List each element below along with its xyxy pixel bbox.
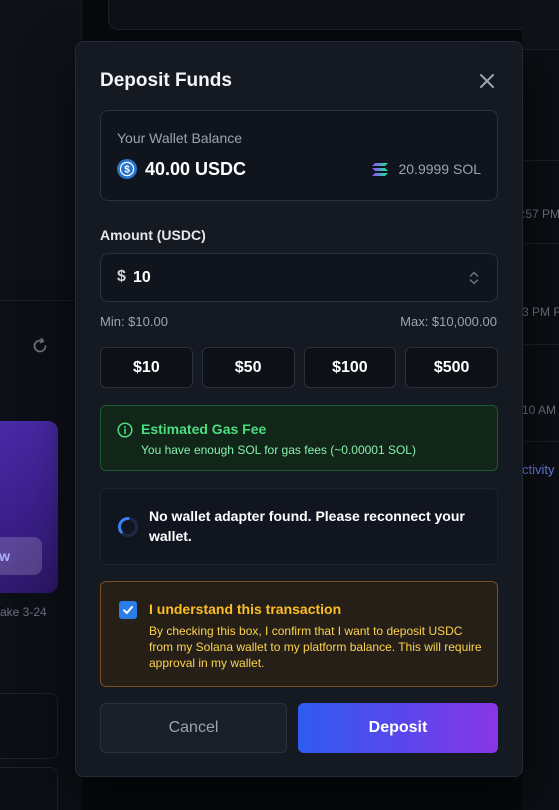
amount-input[interactable] (133, 264, 453, 292)
close-button[interactable] (476, 70, 498, 92)
confirm-description: By checking this box, I confirm that I w… (149, 624, 482, 670)
gas-fee-title: Estimated Gas Fee (141, 421, 267, 437)
bg-activity-time: :57 PM (522, 207, 559, 221)
gas-fee-notice: Estimated Gas Fee You have enough SOL fo… (100, 405, 498, 471)
bg-activity-time: 10 AM (522, 403, 557, 417)
wallet-balance-label: Your Wallet Balance (117, 130, 243, 146)
min-amount: Min: $10.00 (100, 314, 168, 329)
usdc-balance: 40.00 USDC (145, 159, 247, 179)
wallet-balance-card: Your Wallet Balance $ 40.00 USDC 20.9999… (100, 110, 498, 201)
bg-card (0, 693, 58, 759)
gas-fee-description: You have enough SOL for gas fees (~0.000… (141, 443, 416, 457)
refresh-icon[interactable] (30, 336, 50, 356)
info-icon (117, 422, 133, 438)
quick-amount-500-button[interactable]: $500 (405, 347, 498, 388)
checkmark-icon (123, 606, 133, 614)
deposit-modal: Deposit Funds Your Wallet Balance $ 40.0… (75, 41, 523, 777)
quick-amount-50-button[interactable]: $50 (201, 347, 295, 388)
quick-amount-100-button[interactable]: $100 (303, 347, 397, 388)
cancel-button[interactable]: Cancel (100, 703, 287, 753)
sol-balance: 20.9999 SOL (398, 161, 481, 177)
bg-divider (0, 300, 82, 301)
close-icon (480, 74, 494, 88)
bg-right-panel (522, 0, 559, 50)
confirm-title: I understand this transaction (149, 601, 342, 617)
quick-amount-10-button[interactable]: $10 (100, 347, 193, 388)
modal-title: Deposit Funds (100, 70, 232, 91)
bg-divider (522, 441, 559, 442)
stepper-icon[interactable] (469, 270, 479, 286)
svg-text:$: $ (124, 165, 130, 176)
amount-field[interactable]: $ (100, 253, 498, 302)
max-amount: Max: $10,000.00 (400, 314, 497, 329)
wallet-adapter-message: No wallet adapter found. Please reconnec… (149, 508, 465, 544)
deposit-button[interactable]: Deposit (298, 703, 498, 753)
bg-activity-time: 3 PM F (522, 305, 559, 319)
bg-stake-text: ake 3-24 (0, 605, 47, 619)
bg-activity-link[interactable]: ctivity (522, 462, 555, 477)
usdc-icon: $ (117, 159, 137, 179)
confirm-checkbox[interactable] (119, 601, 137, 619)
bg-left-panel (0, 0, 82, 280)
currency-symbol: $ (117, 268, 126, 285)
wallet-adapter-status: No wallet adapter found. Please reconnec… (100, 488, 498, 565)
amount-label: Amount (USDC) (100, 227, 206, 243)
solana-icon (372, 163, 388, 176)
spinner-icon (117, 516, 139, 538)
bg-promo-button[interactable]: w (0, 537, 42, 575)
bg-divider (522, 243, 559, 244)
bg-divider (522, 344, 559, 345)
quick-amount-buttons: $10 $50 $100 $500 (100, 347, 498, 388)
bg-card (0, 767, 58, 810)
bg-divider (522, 160, 559, 161)
transaction-confirmation: I understand this transaction By checkin… (100, 581, 498, 687)
bg-top-card (108, 0, 528, 30)
